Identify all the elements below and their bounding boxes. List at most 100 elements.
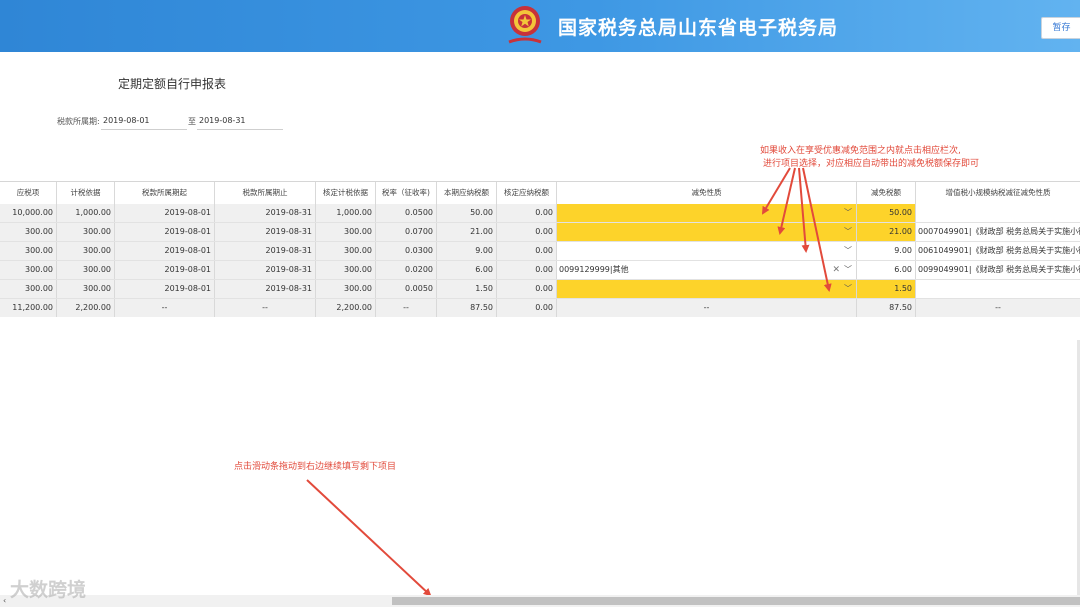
header-period-start: 税款所属期起 [115, 182, 215, 204]
total-payable-tax: 87.50 [437, 299, 497, 317]
header-relief-amount: 减免税额 [857, 182, 916, 204]
cell-tax-basis: 1,000.00 [57, 204, 115, 222]
total-taxable-item: 11,200.00 [0, 299, 57, 317]
site-title: 国家税务总局山东省电子税务局 [558, 17, 839, 39]
vat-relief-nature-select[interactable]: 0099049901|《财政部 税务总局关于实施小微企 [916, 261, 1080, 279]
header-tax-rate: 税率（征收率) [376, 182, 437, 204]
cell-period-end: 2019-08-31 [215, 280, 316, 298]
cell-period-start: 2019-08-01 [115, 261, 215, 279]
relief-nature-select[interactable]: ﹀ [557, 204, 857, 222]
relief-amount-input[interactable]: 6.00 [857, 261, 916, 279]
vat-relief-nature-select[interactable]: 0061049901|《财政部 税务总局关于实施小微企 [916, 242, 1080, 260]
cell-period-start: 2019-08-01 [115, 280, 215, 298]
header-period-end: 税款所属期止 [215, 182, 316, 204]
cell-taxable-item: 300.00 [0, 261, 57, 279]
cell-payable-tax: 21.00 [437, 223, 497, 241]
cell-payable-tax: 1.50 [437, 280, 497, 298]
period-end-input[interactable]: 2019-08-31 [197, 113, 283, 130]
cell-taxable-item: 300.00 [0, 242, 57, 260]
horizontal-scrollbar[interactable]: ‹ [0, 595, 1080, 607]
relief-nature-select[interactable]: ﹀ [557, 280, 857, 298]
cell-period-end: 2019-08-31 [215, 204, 316, 222]
table-row: 300.00 300.00 2019-08-01 2019-08-31 300.… [0, 242, 1080, 261]
total-assessed-basis: 2,200.00 [316, 299, 376, 317]
cell-period-end: 2019-08-31 [215, 242, 316, 260]
chevron-down-icon[interactable]: ﹀ [844, 242, 852, 260]
header-vat-relief-nature: 增值税小规模纳税减征减免性质 [945, 188, 1051, 197]
cell-tax-rate: 0.0500 [376, 204, 437, 222]
cell-payable-tax: 6.00 [437, 261, 497, 279]
form-title: 定期定额自行申报表 [118, 77, 227, 91]
cell-assessed-basis: 300.00 [316, 223, 376, 241]
table-row: 300.00 300.00 2019-08-01 2019-08-31 300.… [0, 261, 1080, 280]
relief-amount-input[interactable]: 21.00 [857, 223, 916, 241]
total-relief-nature: -- [557, 299, 857, 317]
cell-period-end: 2019-08-31 [215, 223, 316, 241]
cell-tax-rate: 0.0200 [376, 261, 437, 279]
relief-amount-input[interactable]: 9.00 [857, 242, 916, 260]
relief-nature-select[interactable]: ﹀ [557, 223, 857, 241]
cell-assessed-payable: 0.00 [497, 242, 557, 260]
instruction-note-bottom: 点击滑动条拖动到右边继续填写剩下项目 [234, 462, 397, 472]
chevron-down-icon[interactable]: ﹀ [844, 204, 852, 222]
cell-period-start: 2019-08-01 [115, 223, 215, 241]
table-total-row: 11,200.00 2,200.00 -- -- 2,200.00 -- 87.… [0, 299, 1080, 317]
chevron-down-icon[interactable]: ﹀ [844, 261, 852, 279]
total-vat-relief-nature: -- [916, 299, 1080, 317]
declaration-table: 应税项 计税依据 税款所属期起 税款所属期止 核定计税依据 税率（征收率) 本期… [0, 181, 1080, 317]
watermark: 大数跨境 [10, 579, 87, 601]
cell-tax-basis: 300.00 [57, 280, 115, 298]
cell-assessed-basis: 300.00 [316, 280, 376, 298]
relief-amount-input[interactable]: 1.50 [857, 280, 916, 298]
scroll-left-arrow-icon[interactable]: ‹ [3, 595, 6, 607]
cell-assessed-payable: 0.00 [497, 280, 557, 298]
cell-assessed-payable: 0.00 [497, 223, 557, 241]
instruction-line-2: 进行项目选择，对应相应自动带出的减免税额保存即可 [763, 159, 980, 169]
header-taxable-item: 应税项 [0, 182, 57, 204]
cell-assessed-basis: 1,000.00 [316, 204, 376, 222]
cell-assessed-basis: 300.00 [316, 261, 376, 279]
total-relief-amount: 87.50 [857, 299, 916, 317]
relief-nature-select[interactable]: ﹀ [557, 242, 857, 260]
table-row: 300.00 300.00 2019-08-01 2019-08-31 300.… [0, 280, 1080, 299]
total-tax-basis: 2,200.00 [57, 299, 115, 317]
clear-x-icon[interactable]: ✕ [832, 261, 840, 279]
table-row: 300.00 300.00 2019-08-01 2019-08-31 300.… [0, 223, 1080, 242]
cell-period-end: 2019-08-31 [215, 261, 316, 279]
cell-period-start: 2019-08-01 [115, 204, 215, 222]
table-row: 10,000.00 1,000.00 2019-08-01 2019-08-31… [0, 204, 1080, 223]
table-header-row: 应税项 计税依据 税款所属期起 税款所属期止 核定计税依据 税率（征收率) 本期… [0, 182, 1080, 205]
relief-nature-value: 0099129999|其他 [559, 265, 629, 274]
period-separator: 至 [188, 117, 196, 126]
header-relief-nature: 减免性质 [557, 182, 857, 204]
cell-period-start: 2019-08-01 [115, 242, 215, 260]
vat-relief-nature-select[interactable] [916, 204, 1080, 222]
relief-nature-select[interactable]: 0099129999|其他 ✕ ﹀ [557, 261, 857, 279]
cell-assessed-payable: 0.00 [497, 261, 557, 279]
total-period-end: -- [215, 299, 316, 317]
chevron-down-icon[interactable]: ﹀ [844, 223, 852, 241]
relief-amount-input[interactable]: 50.00 [857, 204, 916, 222]
chevron-down-icon[interactable]: ﹀ [844, 280, 852, 298]
app-header: 国家税务总局山东省电子税务局 暂存 [0, 0, 1080, 52]
cell-tax-basis: 300.00 [57, 242, 115, 260]
cell-tax-rate: 0.0700 [376, 223, 437, 241]
vat-relief-nature-select[interactable] [916, 280, 1080, 298]
total-period-start: -- [115, 299, 215, 317]
cell-taxable-item: 300.00 [0, 223, 57, 241]
cell-tax-rate: 0.0300 [376, 242, 437, 260]
instruction-note-top: 如果收入在享受优惠减免范围之内就点击相应栏次, 进行项目选择，对应相应自动带出的… [760, 145, 979, 171]
total-assessed-payable: 0.00 [497, 299, 557, 317]
arrow-to-scrollbar [306, 479, 432, 597]
scrollbar-thumb[interactable] [392, 597, 1080, 605]
cell-payable-tax: 9.00 [437, 242, 497, 260]
cell-payable-tax: 50.00 [437, 204, 497, 222]
tax-emblem-icon [508, 6, 542, 44]
cell-tax-basis: 300.00 [57, 223, 115, 241]
header-assessed-basis: 核定计税依据 [316, 182, 376, 204]
vat-relief-nature-select[interactable]: 0007049901|《财政部 税务总局关于实施小微企 [916, 223, 1080, 241]
save-draft-button[interactable]: 暂存 [1041, 17, 1080, 39]
total-tax-rate: -- [376, 299, 437, 317]
period-start-input[interactable]: 2019-08-01 [101, 113, 187, 130]
cell-tax-rate: 0.0050 [376, 280, 437, 298]
